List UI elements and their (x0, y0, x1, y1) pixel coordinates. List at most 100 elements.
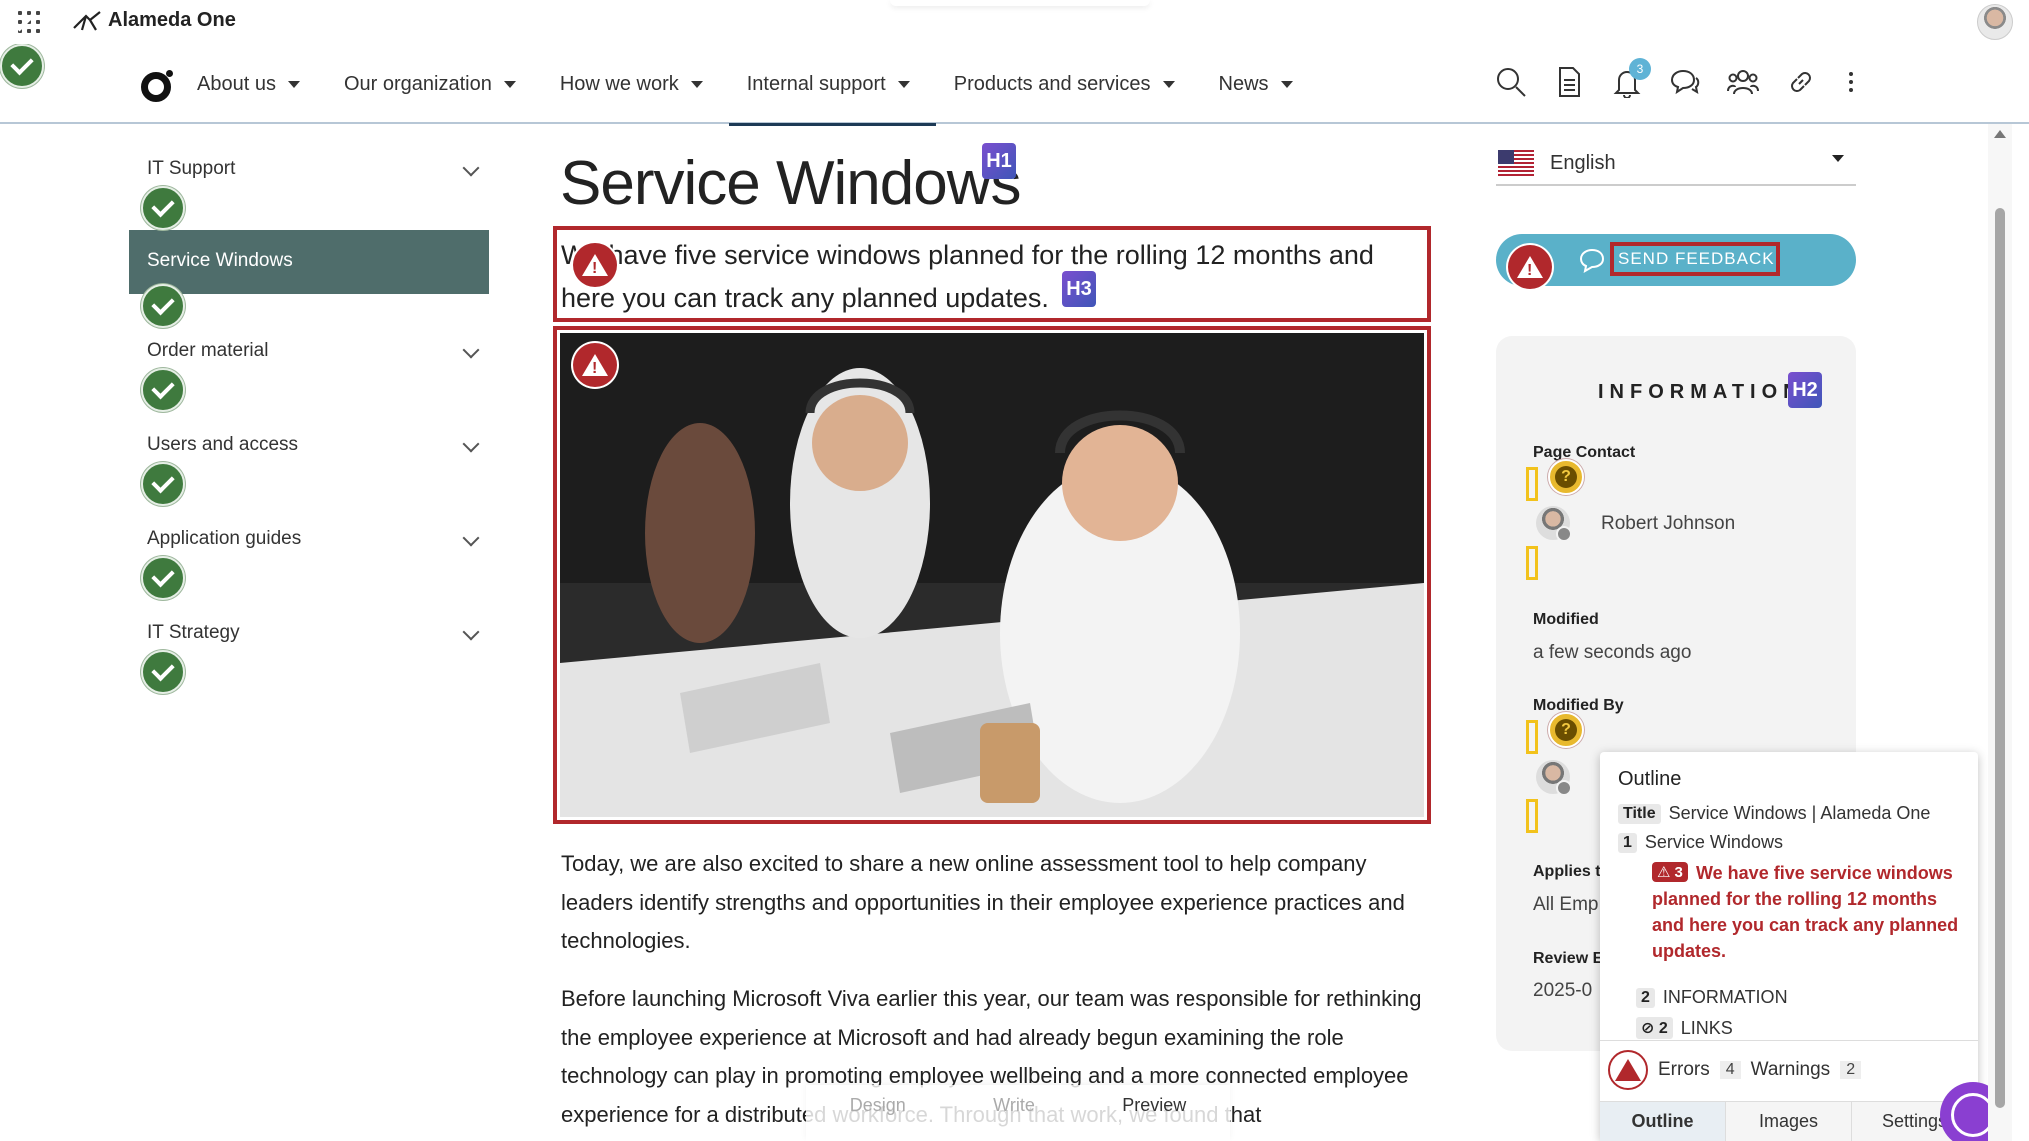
highlight-marker (1526, 546, 1538, 580)
outline-title-row[interactable]: Title Service Windows | Alameda One (1618, 803, 1930, 824)
warning-icon[interactable] (1508, 245, 1552, 289)
nav-label: Products and services (953, 72, 1151, 95)
nav-how-we-work[interactable]: How we work (560, 44, 725, 124)
scrollbar[interactable] (1988, 124, 2012, 1141)
chevron-down-icon[interactable] (462, 341, 480, 359)
nav-about-us[interactable]: About us (197, 44, 322, 124)
chat-icon[interactable] (1669, 66, 1701, 98)
modifier-avatar[interactable] (1536, 760, 1572, 796)
sidebar-item-label: IT Support (147, 158, 236, 179)
top-panel-handle (890, 0, 1150, 6)
check-pass-icon (141, 556, 185, 600)
page-contact-label: Page Contact (1533, 444, 1636, 461)
modified-label: Modified (1533, 611, 1599, 628)
outline-heading-text: Service Windows (1644, 832, 1783, 852)
caret-down-icon (503, 80, 516, 88)
question-icon[interactable] (1548, 712, 1584, 748)
nav-internal-support[interactable]: Internal support (728, 44, 936, 126)
body-paragraph: Today, we are also excited to share a ne… (561, 851, 1405, 953)
nav-our-organization[interactable]: Our organization (344, 44, 538, 124)
highlight-marker (1526, 467, 1538, 501)
outline-error-label: We have five service windows planned for… (1652, 863, 1959, 961)
more-icon[interactable] (1847, 66, 1855, 98)
hero-image (560, 333, 1424, 817)
bell-icon[interactable]: 3 (1611, 58, 1651, 99)
nav-label: Our organization (343, 72, 492, 95)
language-selector[interactable]: English (1496, 142, 1856, 186)
heading-level-chip: 2 (1636, 987, 1655, 1008)
warnings-label[interactable]: Warnings (1751, 1059, 1831, 1081)
outline-title-value: Service Windows | Alameda One (1668, 803, 1931, 823)
notification-badge: 3 (1629, 58, 1651, 80)
language-label: English (1550, 152, 1616, 174)
chevron-down-icon[interactable] (462, 623, 480, 641)
sidebar-item-it-strategy[interactable]: IT Strategy (129, 604, 489, 698)
title-chip: Title (1618, 803, 1661, 824)
nav-label: About us (197, 72, 276, 95)
chat-bubble-icon (1579, 248, 1605, 273)
tab-images[interactable]: Images (1726, 1102, 1852, 1141)
search-icon[interactable] (1495, 66, 1527, 98)
errors-count: 4 (1719, 1061, 1741, 1079)
chevron-down-icon[interactable] (462, 435, 480, 453)
scrollbar-thumb[interactable] (1995, 208, 2005, 1108)
modified-value: a few seconds ago (1533, 642, 1692, 663)
sidebar-item-label: Application guides (147, 528, 302, 549)
brand-title: Alameda One (108, 9, 236, 31)
site-logo-icon[interactable] (141, 70, 173, 102)
link-icon[interactable] (1785, 66, 1817, 98)
sidebar-item-application-guides[interactable]: Application guides (129, 510, 489, 604)
nav-label: Internal support (746, 72, 886, 95)
document-icon[interactable] (1553, 66, 1585, 98)
error-icon (1608, 1050, 1648, 1090)
errors-label[interactable]: Errors (1658, 1059, 1710, 1081)
chevron-down-icon[interactable] (462, 159, 480, 177)
warning-icon[interactable] (573, 243, 617, 287)
outline-tabs: Outline Images Settings (1600, 1101, 1978, 1141)
outline-heading-row[interactable]: 2 INFORMATION (1636, 987, 1788, 1008)
edit-mode-toolbar: Design Write Preview (806, 1085, 1230, 1141)
sidebar-item-users-and-access[interactable]: Users and access (129, 416, 489, 510)
scroll-up-icon[interactable] (1994, 130, 2006, 138)
people-icon[interactable] (1727, 66, 1759, 98)
design-tab[interactable]: Design (850, 1095, 906, 1116)
preview-tab[interactable]: Preview (1122, 1095, 1186, 1116)
heading-level-badge-h3: H3 (1062, 271, 1096, 307)
outline-error-text[interactable]: We have five service windows planned for… (1652, 860, 1962, 964)
sidebar-item-order-material[interactable]: Order material (129, 322, 489, 416)
write-tab[interactable]: Write (993, 1095, 1035, 1116)
caret-down-icon (1280, 80, 1293, 88)
information-heading: INFORMATION (1598, 381, 1804, 403)
modified-by-label: Modified By (1533, 697, 1624, 714)
issue-summary: Errors 4 Warnings 2 (1608, 1050, 1862, 1090)
accessibility-outline-panel: Outline Title Service Windows | Alameda … (1600, 752, 1978, 1141)
review-date-label: Review E (1533, 950, 1604, 967)
brand-logo-icon (73, 10, 101, 31)
page-title: Service Windows (560, 149, 1021, 218)
eye-slash-icon: ⊘ (1641, 1020, 1655, 1037)
warning-icon[interactable] (573, 343, 617, 387)
user-avatar[interactable] (1977, 4, 2013, 40)
warnings-count: 2 (1840, 1061, 1862, 1079)
chevron-down-icon[interactable] (462, 529, 480, 547)
nav-news[interactable]: News (1219, 44, 1315, 124)
call-center-photo-icon (560, 333, 1424, 817)
outline-heading-text: LINKS (1680, 1017, 1733, 1038)
nav-menu: About us Our organization How we work In… (197, 44, 1337, 126)
contact-avatar[interactable] (1536, 506, 1572, 542)
intro-paragraph: We have five service windows planned for… (561, 240, 1374, 313)
heading-level-badge-h2: H2 (1788, 372, 1822, 408)
nav-products-and-services[interactable]: Products and services (954, 44, 1197, 124)
highlight-marker (1526, 720, 1538, 754)
contact-name[interactable]: Robert Johnson (1601, 513, 1735, 535)
tab-outline[interactable]: Outline (1600, 1102, 1726, 1141)
outline-hidden-row[interactable]: ⊘ 2 LINKS (1636, 1017, 1733, 1039)
hidden-level: 2 (1658, 1020, 1668, 1037)
question-icon[interactable] (1548, 459, 1584, 495)
us-flag-icon (1498, 150, 1534, 176)
sidebar-item-it-support[interactable]: IT Support (129, 140, 489, 234)
check-pass-icon (141, 368, 185, 412)
brand[interactable]: Alameda One (72, 9, 236, 32)
outline-heading-row[interactable]: 1 Service Windows (1618, 832, 1783, 853)
sidebar-item-label: Users and access (147, 434, 299, 455)
